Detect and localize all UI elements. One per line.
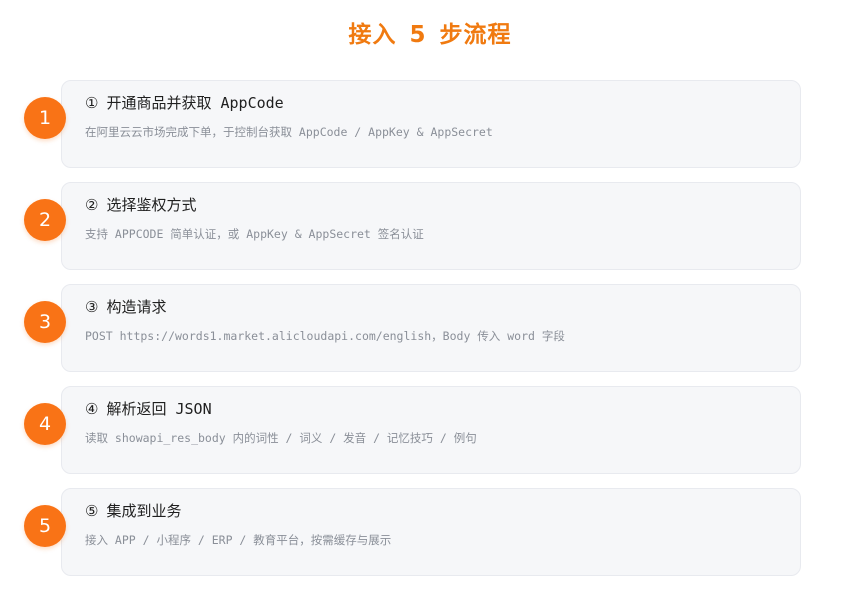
step-description: 支持 APPCODE 简单认证，或 AppKey & AppSecret 签名认…: [85, 227, 424, 241]
step-card: ⑤ 集成到业务 接入 APP / 小程序 / ERP / 教育平台，按需缓存与展示: [61, 488, 801, 576]
step-title: ③ 构造请求: [85, 296, 166, 318]
step-title: ⑤ 集成到业务: [85, 500, 181, 522]
steps-list: ① 开通商品并获取 AppCode 在阿里云云市场完成下单，于控制台获取 AppC…: [0, 0, 860, 600]
step-title-text: 构造请求: [106, 298, 167, 316]
step-number: ③: [85, 298, 99, 316]
step-number: ②: [85, 196, 99, 214]
step-card: ① 开通商品并获取 AppCode 在阿里云云市场完成下单，于控制台获取 AppC…: [61, 80, 801, 168]
step-number: ④: [85, 400, 99, 418]
step-number: ⑤: [85, 502, 99, 520]
step-title-text: 开通商品并获取 AppCode: [106, 94, 284, 112]
step-description: 接入 APP / 小程序 / ERP / 教育平台，按需缓存与展示: [85, 533, 392, 547]
step-card: ④ 解析返回 JSON 读取 showapi_res_body 内的词性 / 词义…: [61, 386, 801, 474]
step-card: ③ 构造请求 POST https://words1.market.aliclou…: [61, 284, 801, 372]
step-item-2: ② 选择鉴权方式 支持 APPCODE 简单认证，或 AppKey & AppSe…: [24, 182, 801, 270]
step-title: ② 选择鉴权方式: [85, 194, 196, 216]
step-badge: 4: [24, 403, 66, 445]
step-title-text: 集成到业务: [106, 502, 182, 520]
step-item-4: ④ 解析返回 JSON 读取 showapi_res_body 内的词性 / 词义…: [24, 386, 801, 474]
step-item-5: ⑤ 集成到业务 接入 APP / 小程序 / ERP / 教育平台，按需缓存与展示…: [24, 488, 801, 576]
step-item-1: ① 开通商品并获取 AppCode 在阿里云云市场完成下单，于控制台获取 AppC…: [24, 80, 801, 168]
step-badge: 1: [24, 97, 66, 139]
step-description: POST https://words1.market.alicloudapi.c…: [85, 329, 565, 343]
step-item-3: ③ 构造请求 POST https://words1.market.aliclou…: [24, 284, 801, 372]
step-title: ① 开通商品并获取 AppCode: [85, 92, 284, 114]
step-title: ④ 解析返回 JSON: [85, 398, 212, 420]
step-badge: 2: [24, 199, 66, 241]
step-description: 在阿里云云市场完成下单，于控制台获取 AppCode / AppKey & Ap…: [85, 125, 493, 139]
step-title-text: 解析返回 JSON: [106, 400, 212, 418]
step-badge: 5: [24, 505, 66, 547]
step-number: ①: [85, 94, 99, 112]
step-title-text: 选择鉴权方式: [106, 196, 197, 214]
step-badge: 3: [24, 301, 66, 343]
step-description: 读取 showapi_res_body 内的词性 / 词义 / 发音 / 记忆技…: [85, 431, 477, 445]
step-card: ② 选择鉴权方式 支持 APPCODE 简单认证，或 AppKey & AppSe…: [61, 182, 801, 270]
